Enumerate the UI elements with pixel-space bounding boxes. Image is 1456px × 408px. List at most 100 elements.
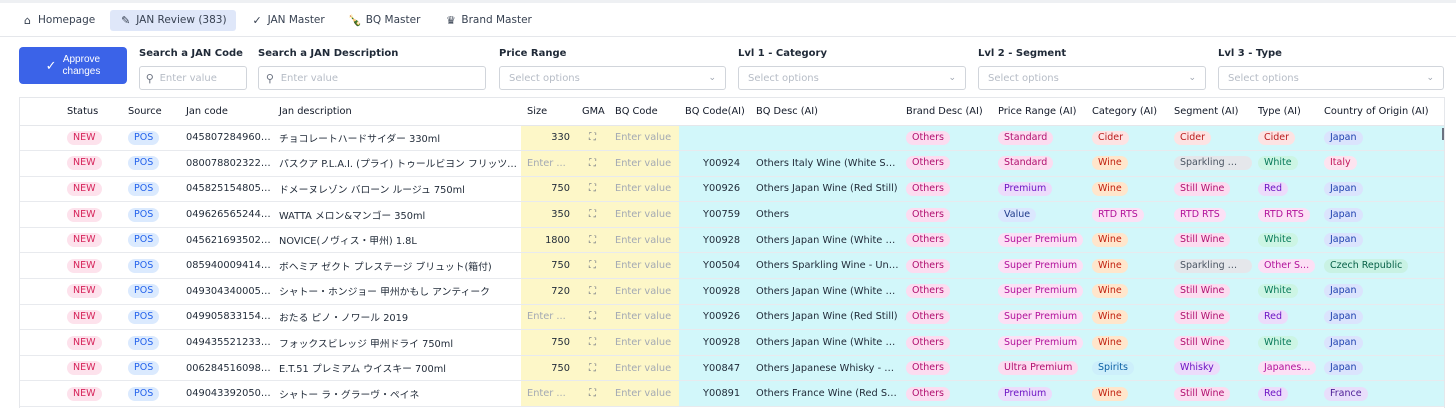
gma-cell[interactable]: ⛶ xyxy=(576,304,609,331)
column-header[interactable]: Type (AI) xyxy=(1252,98,1318,126)
column-header[interactable]: Size xyxy=(521,98,576,126)
bq-code-cell[interactable]: Enter value xyxy=(609,201,679,228)
scrollbar-thumb[interactable] xyxy=(1442,128,1444,140)
column-header[interactable]: BQ Desc (AI) xyxy=(750,98,900,126)
bq-code-placeholder: Enter value xyxy=(615,157,672,169)
source-cell: POS xyxy=(122,150,180,177)
lvl2-segment-select[interactable]: Select options ⌄ xyxy=(978,66,1206,90)
brand-badge: Others xyxy=(906,181,950,196)
jan-code-cell: 08594000941453 xyxy=(180,252,273,280)
gma-cell[interactable]: ⛶ xyxy=(576,329,609,356)
source-badge: POS xyxy=(128,130,160,145)
size-cell[interactable]: 350 xyxy=(521,201,576,228)
bq-code-cell[interactable]: Enter value xyxy=(609,176,679,203)
gma-cell[interactable]: ⛶ xyxy=(576,227,609,254)
bq-code-cell[interactable]: Enter value xyxy=(609,380,679,408)
expand-icon[interactable]: ⛶ xyxy=(589,209,596,220)
size-cell[interactable]: 750 xyxy=(521,176,576,203)
size-cell[interactable]: 750 xyxy=(521,329,576,356)
bq-code-cell[interactable]: Enter value xyxy=(609,125,679,152)
table-row[interactable]: NEW POS 04943552123314 フォックスビレッジ 甲州ドライ 750m… xyxy=(20,329,1444,356)
table-row[interactable]: NEW POS 04904339205005 シャトー ラ・グラーヴ・ペイネ Enter… xyxy=(20,380,1444,408)
size-cell[interactable]: 750 xyxy=(521,252,576,280)
table-row[interactable]: NEW POS 00628451609827 E.T.51 プレミアム ウイスキー 7… xyxy=(20,355,1444,382)
expand-icon[interactable]: ⛶ xyxy=(589,260,596,271)
lvl1-category-select[interactable]: Select options ⌄ xyxy=(738,66,966,90)
jan-desc-search-input[interactable] xyxy=(280,72,485,84)
size-cell[interactable]: 720 xyxy=(521,278,576,305)
gma-cell[interactable]: ⛶ xyxy=(576,355,609,382)
status-cell: NEW xyxy=(20,150,122,177)
bq-code-cell[interactable]: Enter value xyxy=(609,304,679,331)
table-row[interactable]: NEW POS 08007880232202 パスクア P.L.A.I. (プライ) … xyxy=(20,150,1444,177)
bq-code-cell[interactable]: Enter value xyxy=(609,278,679,305)
brand-desc-ai-cell: Others xyxy=(900,125,992,152)
table-row[interactable]: NEW POS 04562169350212 NOVICE(ノヴィス・甲州) 1.8L… xyxy=(20,227,1444,254)
expand-icon[interactable]: ⛶ xyxy=(589,158,596,169)
approve-label-line2: changes xyxy=(62,65,101,77)
expand-icon[interactable]: ⛶ xyxy=(589,235,596,246)
column-header[interactable]: Category (AI) xyxy=(1086,98,1168,126)
table-row[interactable]: NEW POS 04930434000511 シャトー・ホンジョー 甲州かもし アンテ… xyxy=(20,278,1444,305)
size-cell[interactable]: 750 xyxy=(521,355,576,382)
bq-code-cell[interactable]: Enter value xyxy=(609,227,679,254)
country-badge: Japan xyxy=(1324,284,1363,299)
tab-homepage[interactable]: ⌂ Homepage xyxy=(12,10,104,31)
price-range-badge: Super Premium xyxy=(998,309,1084,324)
table-row[interactable]: NEW POS 04962656524414 WATTA メロン&マンゴー 350ml… xyxy=(20,201,1444,228)
expand-icon[interactable]: ⛶ xyxy=(589,286,596,297)
size-cell[interactable]: 1800 xyxy=(521,227,576,254)
brand-badge: Others xyxy=(906,233,950,248)
column-header[interactable]: GMA xyxy=(576,98,609,126)
brand-desc-ai-cell: Others xyxy=(900,355,992,382)
table-row[interactable]: NEW POS 04580728496072 チョコレートハードサイダー 330ml 3… xyxy=(20,125,1444,152)
expand-icon[interactable]: ⛶ xyxy=(589,363,596,374)
gma-cell[interactable]: ⛶ xyxy=(576,150,609,177)
expand-icon[interactable]: ⛶ xyxy=(589,183,596,194)
column-header[interactable]: Jan description xyxy=(273,98,521,126)
table-row[interactable]: NEW POS 08594000941453 ボヘミア ゼクト プレステージ ブリュッ… xyxy=(20,252,1444,280)
tab-jan-master[interactable]: ✓ JAN Master xyxy=(242,10,334,31)
expand-icon[interactable]: ⛶ xyxy=(589,388,596,399)
column-header[interactable]: Status xyxy=(20,98,122,126)
jan-code-search-input[interactable] xyxy=(159,72,246,84)
bq-code-cell[interactable]: Enter value xyxy=(609,329,679,356)
size-cell[interactable]: Enter ... xyxy=(521,304,576,331)
tab-bq[interactable]: 🍾 BQ Master xyxy=(340,10,430,31)
size-cell[interactable]: Enter ... xyxy=(521,380,576,408)
bq-code-cell[interactable]: Enter value xyxy=(609,355,679,382)
source-badge: POS xyxy=(128,207,160,222)
column-header[interactable]: Segment (AI) xyxy=(1168,98,1252,126)
size-cell[interactable]: 330 xyxy=(521,125,576,152)
tab-brand[interactable]: ♛ Brand Master xyxy=(435,10,540,31)
expand-icon[interactable]: ⛶ xyxy=(589,337,596,348)
table-row[interactable]: NEW POS 04990583315485 おたる ピノ・ノワール 2019 Ente… xyxy=(20,304,1444,331)
gma-cell[interactable]: ⛶ xyxy=(576,252,609,280)
jan-desc-search-field[interactable]: ⚲ xyxy=(258,66,486,90)
brand-badge: Others xyxy=(906,361,950,376)
column-header[interactable]: Country of Origin (AI) xyxy=(1318,98,1444,126)
column-header[interactable]: Jan code xyxy=(180,98,273,126)
size-cell[interactable]: Enter ... xyxy=(521,150,576,177)
column-header[interactable]: Price Range (AI) xyxy=(992,98,1086,126)
expand-icon[interactable]: ⛶ xyxy=(589,311,596,322)
gma-cell[interactable]: ⛶ xyxy=(576,201,609,228)
jan-code-search-field[interactable]: ⚲ xyxy=(139,66,247,90)
column-header[interactable]: BQ Code xyxy=(609,98,679,126)
gma-cell[interactable]: ⛶ xyxy=(576,176,609,203)
column-header[interactable]: Brand Desc (AI) xyxy=(900,98,992,126)
bq-code-cell[interactable]: Enter value xyxy=(609,252,679,280)
gma-cell[interactable]: ⛶ xyxy=(576,125,609,152)
gma-cell[interactable]: ⛶ xyxy=(576,278,609,305)
bq-code-cell[interactable]: Enter value xyxy=(609,150,679,177)
gma-cell[interactable]: ⛶ xyxy=(576,380,609,408)
lvl3-type-select[interactable]: Select options ⌄ xyxy=(1218,66,1444,90)
column-header[interactable]: BQ Code(AI) xyxy=(679,98,750,126)
tab-jan-review[interactable]: ✎ JAN Review (383) xyxy=(110,9,236,31)
table-row[interactable]: NEW POS 04582515480509 ドメーヌレゾン バローン ルージュ 75… xyxy=(20,176,1444,203)
price-range-select[interactable]: Select options ⌄ xyxy=(499,66,726,90)
price-range-badge: Super Premium xyxy=(998,233,1084,248)
column-header[interactable]: Source xyxy=(122,98,180,126)
expand-icon[interactable]: ⛶ xyxy=(589,132,596,143)
approve-changes-button[interactable]: ✓ Approve changes xyxy=(19,47,127,84)
